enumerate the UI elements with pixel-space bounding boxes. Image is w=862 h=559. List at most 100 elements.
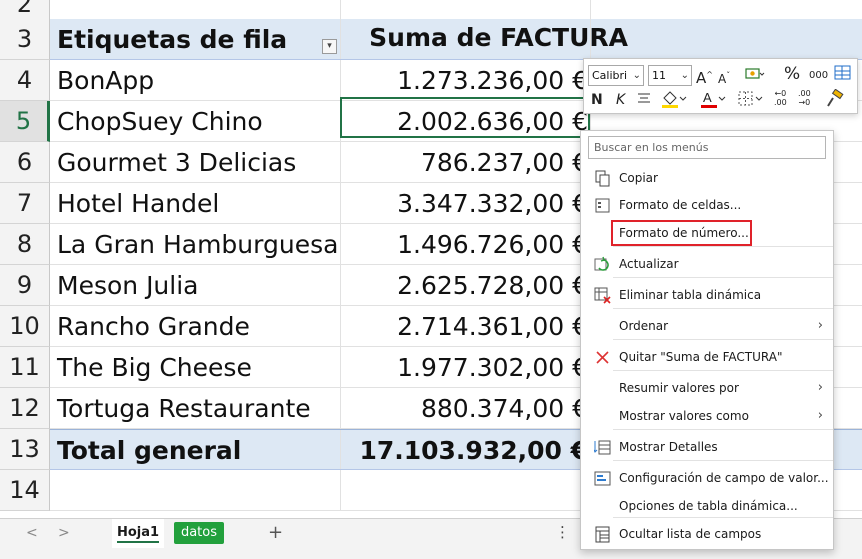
- row-label[interactable]: Meson Julia: [57, 265, 199, 306]
- tab-hoja1[interactable]: Hoja1: [112, 519, 164, 548]
- increase-decimal-icon[interactable]: ←0.00: [774, 89, 787, 107]
- column-divider: [340, 470, 341, 510]
- row-label[interactable]: BonApp: [57, 60, 154, 101]
- format-table-icon[interactable]: [834, 64, 852, 87]
- row-label[interactable]: Tortuga Restaurante: [57, 388, 311, 429]
- currency-format-icon[interactable]: [744, 66, 766, 87]
- menu-item-label: Opciones de tabla dinámica...: [619, 499, 798, 513]
- column-divider: [340, 306, 341, 346]
- column-divider: [340, 19, 341, 59]
- menu-item-label: Ocultar lista de campos: [619, 527, 762, 541]
- menu-separator: [613, 517, 833, 518]
- menu-item-label: Quitar "Suma de FACTURA": [619, 350, 783, 364]
- font-size-value: 11: [652, 69, 666, 82]
- prev-sheet-arrow-icon[interactable]: <: [26, 525, 38, 541]
- column-divider: [340, 347, 341, 387]
- row-header[interactable]: 11: [0, 347, 50, 388]
- menu-item-label: Mostrar Detalles: [619, 440, 718, 454]
- row-header[interactable]: 4: [0, 60, 50, 101]
- highlight-box: [611, 220, 752, 246]
- bold-icon[interactable]: N: [591, 91, 603, 109]
- menu-item-label: Configuración de campo de valor...: [619, 471, 829, 485]
- tab-datos[interactable]: datos: [174, 522, 224, 544]
- chevron-right-icon: ›: [817, 380, 823, 395]
- row-value[interactable]: 880.374,00 €: [421, 388, 588, 429]
- row-header[interactable]: 9: [0, 265, 50, 306]
- fill-color-icon[interactable]: [660, 89, 688, 114]
- next-sheet-arrow-icon[interactable]: >: [58, 525, 70, 541]
- row-label[interactable]: La Gran Hamburguesa: [57, 224, 338, 265]
- column-divider: [340, 183, 341, 223]
- field-list-icon: [594, 526, 611, 543]
- row-value[interactable]: 3.347.332,00 €: [397, 183, 588, 224]
- row-value[interactable]: 2.714.361,00 €: [397, 306, 588, 347]
- chevron-down-icon: ⌄: [680, 70, 689, 81]
- filter-dropdown-icon[interactable]: ▾: [322, 39, 337, 54]
- align-center-icon[interactable]: [636, 90, 652, 111]
- percent-format-icon[interactable]: %: [784, 65, 800, 83]
- format-painter-icon[interactable]: [824, 88, 844, 114]
- row-header[interactable]: 10: [0, 306, 50, 347]
- pivot-header-value[interactable]: Suma de FACTURA: [369, 19, 628, 57]
- thousands-format-icon[interactable]: 000: [809, 67, 828, 85]
- grand-total-label[interactable]: Total general: [57, 430, 241, 471]
- grand-total-value[interactable]: 17.103.932,00 €: [359, 430, 588, 471]
- pivot-header-row[interactable]: Etiquetas de fila Suma de FACTURA ▾: [50, 19, 862, 60]
- row-value[interactable]: 1.273.236,00 €: [397, 60, 588, 101]
- copy-icon: [594, 170, 611, 187]
- column-divider: [340, 224, 341, 264]
- menu-item[interactable]: Eliminar tabla dinámica: [581, 283, 833, 309]
- decrease-decimal-icon[interactable]: .00 →0: [798, 89, 811, 107]
- format-cells-icon: [594, 197, 611, 214]
- row-value[interactable]: 2.625.728,00 €: [397, 265, 588, 306]
- column-divider: [340, 265, 341, 305]
- menu-item[interactable]: Ocultar lista de campos: [581, 522, 833, 548]
- row-value[interactable]: 786.237,00 €: [421, 142, 588, 183]
- row-header[interactable]: 8: [0, 224, 50, 265]
- more-options-icon[interactable]: ⋮: [555, 523, 570, 541]
- menu-item[interactable]: Quitar "Suma de FACTURA": [581, 345, 833, 371]
- tab-hoja1-label: Hoja1: [116, 525, 160, 543]
- mini-toolbar: Calibri ⌄ 11 ⌄ A^ Aˇ % 000 N K A ←0.00 .…: [583, 58, 858, 114]
- row-label[interactable]: Rancho Grande: [57, 306, 250, 347]
- row-header[interactable]: 12: [0, 388, 50, 429]
- menu-item[interactable]: Ordenar ›: [581, 314, 833, 340]
- menu-item[interactable]: Configuración de campo de valor...: [581, 466, 833, 492]
- font-size-select[interactable]: 11 ⌄: [648, 65, 692, 86]
- row-label[interactable]: The Big Cheese: [57, 347, 252, 388]
- row-header[interactable]: 13: [0, 429, 50, 470]
- row-header[interactable]: 5: [0, 101, 50, 142]
- italic-icon[interactable]: K: [616, 91, 625, 109]
- decrease-font-icon[interactable]: Aˇ: [718, 67, 730, 88]
- add-sheet-icon[interactable]: +: [268, 522, 283, 543]
- row-value[interactable]: 1.977.302,00 €: [397, 347, 588, 388]
- row-label[interactable]: Hotel Handel: [57, 183, 219, 224]
- chevron-right-icon: ›: [817, 408, 823, 423]
- increase-font-icon[interactable]: A^: [696, 66, 713, 87]
- menu-separator: [613, 277, 833, 278]
- menu-item[interactable]: Copiar: [581, 166, 833, 192]
- context-menu: Buscar en los menús Copiar Formato de cel…: [580, 130, 834, 550]
- menu-item-label: Ordenar: [619, 319, 669, 333]
- menu-separator: [613, 460, 833, 461]
- font-color-icon[interactable]: A: [699, 89, 727, 114]
- row-value[interactable]: 1.496.726,00 €: [397, 224, 588, 265]
- font-name-select[interactable]: Calibri ⌄: [588, 65, 644, 86]
- menu-item[interactable]: Mostrar Detalles: [581, 435, 833, 461]
- row-header[interactable]: 3: [0, 19, 50, 60]
- menu-item[interactable]: Resumir valores por ›: [581, 376, 833, 402]
- menu-item[interactable]: Mostrar valores como ›: [581, 404, 833, 430]
- menu-item[interactable]: Formato de celdas...: [581, 193, 833, 219]
- show-details-icon: [593, 439, 611, 456]
- menu-separator: [613, 429, 833, 430]
- row-header[interactable]: 14: [0, 470, 50, 511]
- row-label[interactable]: ChopSuey Chino: [57, 101, 263, 142]
- menu-item[interactable]: Actualizar: [581, 252, 833, 278]
- row-header[interactable]: 6: [0, 142, 50, 183]
- row-label[interactable]: Gourmet 3 Delicias: [57, 142, 296, 183]
- row-header[interactable]: 7: [0, 183, 50, 224]
- pivot-header-label[interactable]: Etiquetas de fila: [57, 19, 287, 60]
- refresh-icon: [594, 256, 611, 273]
- borders-icon[interactable]: [736, 89, 764, 114]
- menu-search-input[interactable]: Buscar en los menús: [588, 136, 826, 159]
